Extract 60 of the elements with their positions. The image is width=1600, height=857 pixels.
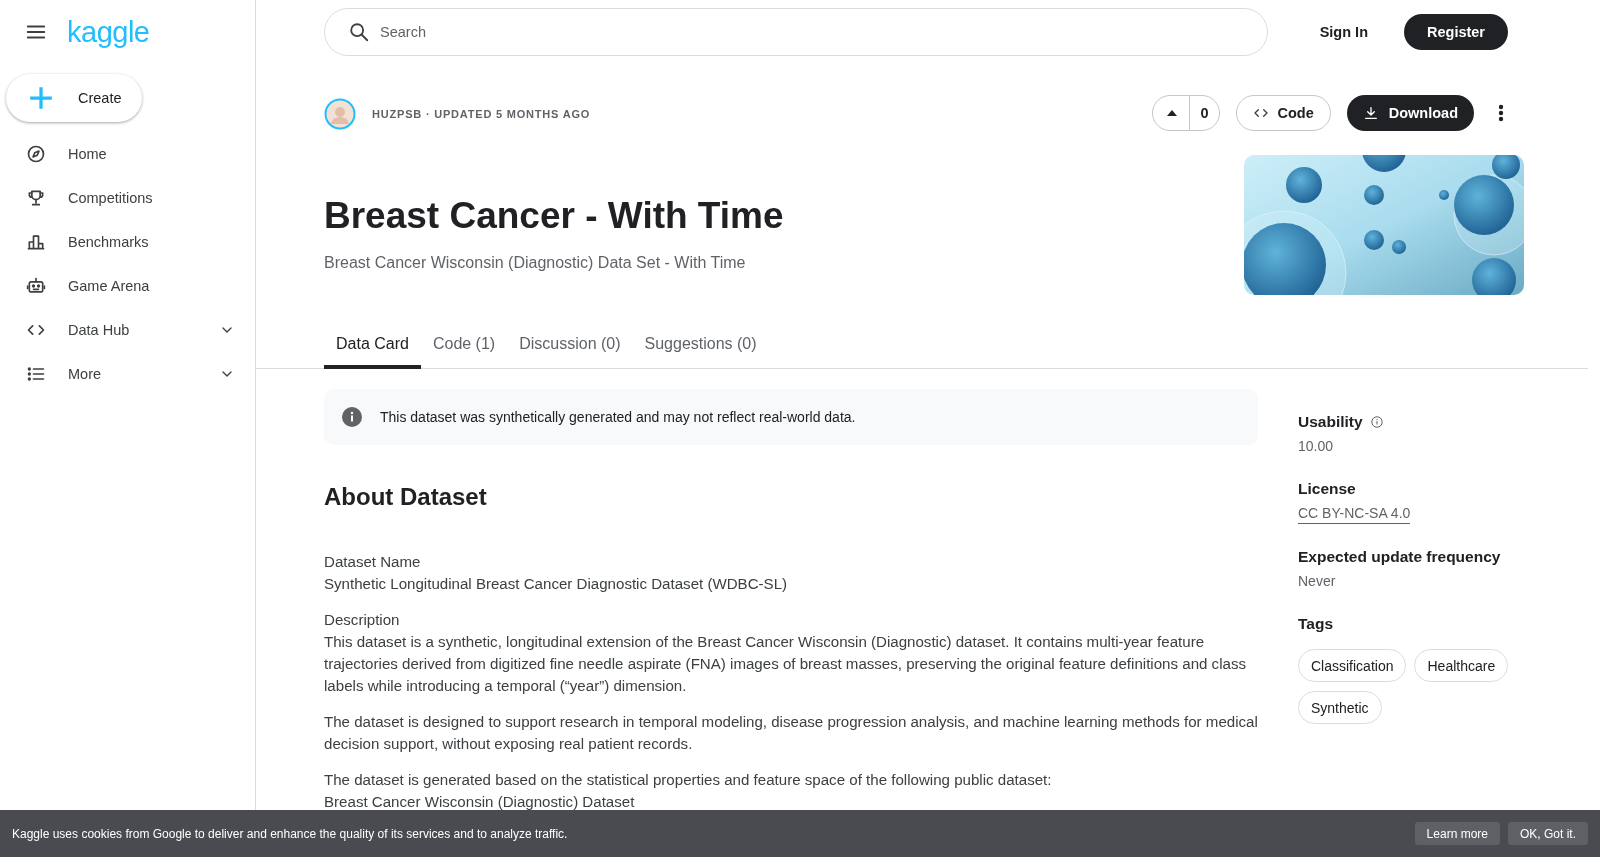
paragraph: Breast Cancer Wisconsin (Diagnostic) Dataset (324, 792, 636, 812)
detail-label: Usability (1298, 412, 1363, 432)
plus-icon (28, 85, 54, 111)
robot-icon (26, 276, 46, 296)
license-link[interactable]: CC BY-NC-SA 4.0 (1298, 503, 1411, 524)
code-button[interactable]: Code (1236, 95, 1331, 131)
detail-label: Tags (1298, 614, 1335, 634)
sidebar-item-label[interactable]: Data Hub (68, 322, 219, 338)
tag-chip[interactable]: Synthetic (1298, 691, 1382, 724)
search-icon (348, 21, 370, 43)
cookie-button[interactable]: Learn more (1414, 822, 1500, 845)
notice-text: This dataset was synthetically generated and may not reflect real-world data. (380, 409, 856, 425)
paragraph: The dataset is generated based on the statistical properties and feature space of the following public dataset: (324, 770, 1053, 790)
list-icon (26, 364, 46, 384)
sidebar-item-label[interactable]: Competitions (68, 190, 235, 206)
tag-chip[interactable]: Classification (1298, 649, 1407, 682)
detail-label: Expected update frequency (1298, 547, 1502, 567)
cookie-button[interactable]: OK, Got it. (1508, 822, 1588, 845)
detail-label: License (1298, 479, 1357, 499)
compass-icon (26, 144, 46, 164)
cookie-notice-text: Kaggle uses cookies from Google to deliver and enhance the quality of its services and to analyze traffic. (12, 826, 569, 841)
sidebar-item[interactable]: Home (0, 132, 255, 176)
sidebar-item-label[interactable]: Benchmarks (68, 234, 235, 250)
tab[interactable]: Discussion (0) (507, 325, 633, 369)
paragraph: This dataset is a synthetic, longitudinal extension of the Breast Cancer Wisconsin (Diagnostic) dataset. It contains multi-year feature trajectories derived from digitized fine needle aspirate (FNA) images of breast masses, preserving the original feature definitions and class labels while introducing a temporal (“year”) dimension. (324, 632, 1247, 696)
detail-value: 10.00 (1298, 437, 1334, 456)
sidebar-item[interactable]: Benchmarks (0, 220, 255, 264)
tag-chip[interactable]: Healthcare (1414, 649, 1509, 682)
sidebar-item-label[interactable]: Home (68, 146, 235, 162)
trophy-icon (26, 188, 46, 208)
download-icon (1362, 105, 1379, 121)
download-button[interactable]: Download (1346, 95, 1474, 131)
detail-value: Never (1298, 572, 1336, 591)
create-button[interactable]: Create (6, 74, 142, 122)
sidebar-item-label[interactable]: Game Arena (68, 278, 235, 294)
vote-count: 0 (1199, 104, 1210, 123)
author-update-line: HUZPSB · UPDATED 5 MONTHS AGO (372, 108, 591, 120)
dataset-subtitle: Breast Cancer Wisconsin (Diagnostic) Data Set - With Time (324, 254, 747, 272)
sidebar-item[interactable]: Data Hub (0, 308, 255, 352)
search-field[interactable]: Search (324, 8, 1268, 56)
sign-in-button[interactable]: Sign In (1307, 16, 1380, 48)
bar-chart-icon (26, 232, 46, 252)
sidebar-item-label[interactable]: More (68, 366, 219, 382)
section-heading: About Dataset (324, 483, 488, 511)
sidebar-item[interactable]: Competitions (0, 176, 255, 220)
sidebar-item[interactable]: Game Arena (0, 264, 255, 308)
paragraph: Dataset Name (324, 552, 422, 572)
paragraph: The dataset is designed to support research in temporal modeling, disease progression analysis, and machine learning methods for medical decision support, without exposing real patient records. (324, 712, 1258, 754)
info-icon[interactable] (1370, 416, 1383, 428)
info-icon (342, 407, 362, 427)
tab[interactable]: Suggestions (0) (632, 325, 769, 369)
paragraph: Synthetic Longitudinal Breast Cancer Diagnostic Dataset (WDBC-SL) (324, 574, 789, 594)
paragraph: Description (324, 610, 401, 630)
sidebar-item[interactable]: More (0, 352, 255, 396)
tab[interactable]: Code (1) (420, 325, 508, 369)
more-options-icon[interactable] (1498, 104, 1504, 122)
dataset-title: Breast Cancer - With Time (324, 194, 785, 238)
tab[interactable]: Data Card (324, 325, 421, 369)
register-button[interactable]: Register (1404, 14, 1508, 50)
upvote-arrow-icon[interactable] (1167, 110, 1178, 116)
